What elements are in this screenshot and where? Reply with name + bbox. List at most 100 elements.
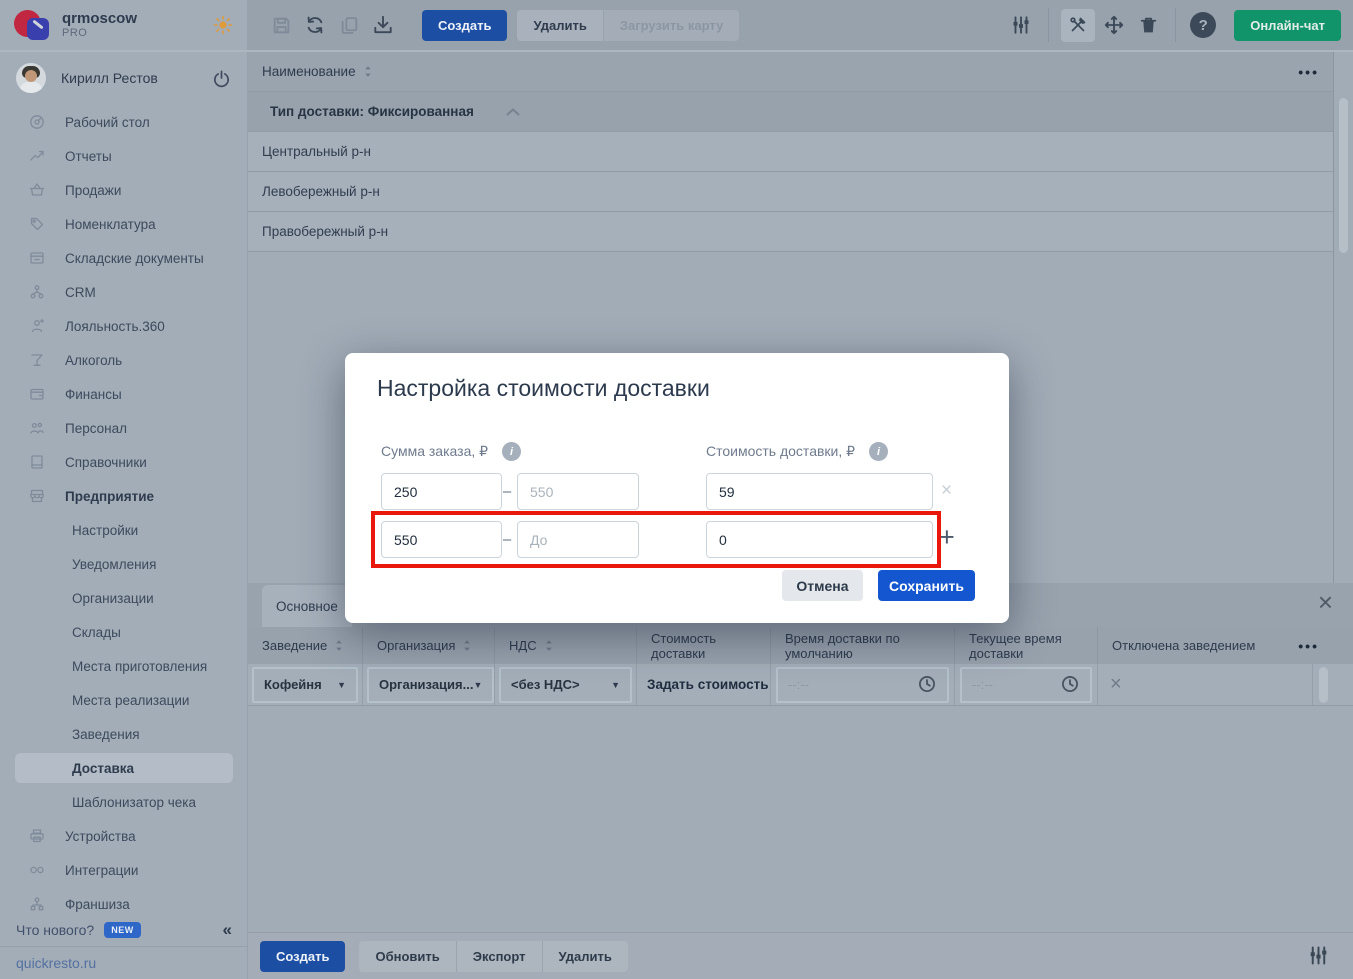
row2-sum-to-input[interactable] [517,521,639,558]
panel-refresh-button[interactable]: Обновить [359,941,455,972]
sidebar-item-venues[interactable]: Заведения [0,717,248,751]
modal-save-button[interactable]: Сохранить [878,570,975,601]
modal-cancel-button[interactable]: Отмена [782,570,863,601]
row2-cost-input[interactable] [706,521,933,558]
delete-button[interactable]: Удалить [517,10,602,41]
save-icon[interactable] [269,13,293,37]
table-row[interactable]: Правобережный р-н [248,212,1333,252]
sidebar-item-sale-places[interactable]: Места реализации [0,683,248,717]
book-icon [28,453,46,471]
sidebar-item-dashboard[interactable]: Рабочий стол [0,105,248,139]
scrollbar-thumb[interactable] [1339,98,1348,253]
sort-icon[interactable] [545,639,553,652]
row1-sum-from-input[interactable] [381,473,502,510]
sidebar-item-notifications[interactable]: Уведомления [0,547,248,581]
sidebar-item-warehouses[interactable]: Склады [0,615,248,649]
table-row[interactable]: Центральный р-н [248,132,1333,172]
sidebar-item-receipt-templates[interactable]: Шаблонизатор чека [0,785,248,819]
venue-settings-panel: Основное × Заведение Организация НДС Сто… [248,583,1353,979]
organization-dropdown[interactable]: Организация...▼ [367,667,494,703]
add-row-icon[interactable]: + [939,522,955,553]
logout-power-icon[interactable] [212,69,231,88]
tools-icon[interactable] [1061,9,1095,42]
default-delivery-time-input[interactable] [776,667,949,703]
current-delivery-time-input[interactable] [960,667,1092,703]
sidebar-item-finance[interactable]: Финансы [0,377,248,411]
set-cost-link[interactable]: Задать стоимость [637,664,771,705]
sidebar-item-settings[interactable]: Настройки [0,513,248,547]
vertical-scrollbar[interactable] [1333,52,1353,583]
table-header[interactable]: Наименование ••• [248,52,1333,92]
column-default-delivery-time: Время доставки по умолчанию [771,627,955,664]
panel-scrollbar[interactable] [1313,664,1333,705]
sidebar-item-enterprise[interactable]: Предприятие [0,479,248,513]
theme-sun-icon[interactable] [213,15,233,35]
sidebar-item-nomenclature[interactable]: Номенклатура [0,207,248,241]
sidebar-item-delivery[interactable]: Доставка [15,753,233,783]
trash-icon[interactable] [1136,13,1160,37]
time-field[interactable] [788,677,858,692]
panel-filter-sliders-icon[interactable] [1307,944,1331,968]
panel-create-button[interactable]: Создать [260,941,345,972]
info-icon[interactable]: i [869,442,888,461]
column-venue[interactable]: Заведение [248,627,363,664]
dashboard-icon [28,113,46,131]
row1-cost-input[interactable] [706,473,933,510]
sidebar-item-reports[interactable]: Отчеты [0,139,248,173]
sort-icon[interactable] [335,639,343,652]
sidebar-item-cooking-places[interactable]: Места приготовления [0,649,248,683]
sidebar-item-loyalty[interactable]: Лояльность.360 [0,309,248,343]
filter-sliders-icon[interactable] [1009,13,1033,37]
sidebar-item-directories[interactable]: Справочники [0,445,248,479]
sidebar-item-warehouse-docs[interactable]: Складские документы [0,241,248,275]
help-icon[interactable]: ? [1190,12,1216,38]
sort-icon[interactable] [364,65,372,78]
column-vat[interactable]: НДС [495,627,637,664]
refresh-icon[interactable] [303,13,327,37]
row2-sum-from-input[interactable] [381,521,502,558]
chevron-up-icon[interactable] [506,108,520,116]
sidebar-item-sales[interactable]: Продажи [0,173,248,207]
time-field[interactable] [972,677,1042,692]
panel-close-icon[interactable]: × [1318,589,1333,615]
vat-dropdown[interactable]: <без НДС>▼ [499,667,632,703]
clock-icon[interactable] [918,675,937,694]
sort-icon[interactable] [463,639,471,652]
online-chat-button[interactable]: Онлайн-чат [1234,10,1341,41]
sidebar-item-integrations[interactable]: Интеграции [0,853,248,887]
whats-new-row[interactable]: Что нового? NEW « [0,913,248,946]
disabled-by-venue-x-icon[interactable]: × [1098,673,1122,696]
site-link[interactable]: quickresto.ru [16,955,96,971]
sidebar-item-devices[interactable]: Устройства [0,819,248,853]
user-name: Кирилл Рестов [61,70,158,86]
tag-icon [28,215,46,233]
group-row-delivery-type[interactable]: Тип доставки: Фиксированная [248,92,1333,132]
app-logo [14,7,54,43]
move-icon[interactable] [1102,13,1126,37]
loyalty-icon [28,317,46,335]
user-row[interactable]: Кирилл Рестов [0,54,247,102]
download-icon[interactable] [371,13,395,37]
table-menu-icon[interactable]: ••• [1298,64,1319,80]
panel-export-button[interactable]: Экспорт [456,941,542,972]
sidebar-item-alcohol[interactable]: Алкоголь [0,343,248,377]
sidebar-item-crm[interactable]: CRM [0,275,248,309]
copy-icon[interactable] [337,13,361,37]
storefront-icon [28,487,46,505]
wallet-icon [28,385,46,403]
tab-main[interactable]: Основное [262,585,352,627]
collapse-sidebar-icon[interactable]: « [223,920,232,940]
table-row[interactable]: Левобережный р-н [248,172,1333,212]
column-organization[interactable]: Организация [363,627,495,664]
info-icon[interactable]: i [502,442,521,461]
panel-delete-button[interactable]: Удалить [542,941,628,972]
remove-row-icon[interactable]: × [941,480,952,502]
load-map-button[interactable]: Загрузить карту [603,10,739,41]
sidebar-item-organizations[interactable]: Организации [0,581,248,615]
grid-menu-icon[interactable]: ••• [1298,638,1319,654]
venue-dropdown[interactable]: Кофейня▼ [252,667,358,703]
clock-icon[interactable] [1061,675,1080,694]
row1-sum-to-input[interactable] [517,473,639,510]
sidebar-item-staff[interactable]: Персонал [0,411,248,445]
create-button[interactable]: Создать [422,10,507,41]
